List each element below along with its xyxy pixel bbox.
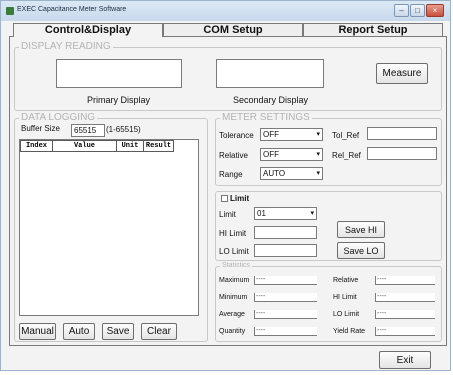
buffer-size-label: Buffer Size (21, 124, 60, 133)
stat-average-value: ---- (254, 310, 317, 319)
relative-select[interactable]: OFF ▾ (260, 148, 323, 161)
limit-label: Limit (219, 210, 236, 219)
save-lo-button[interactable]: Save LO (337, 242, 385, 259)
stat-quantity-value: ---- (254, 327, 317, 336)
tab-bar: Control&Display COM Setup Report Setup (9, 23, 447, 37)
clear-button[interactable]: Clear (141, 323, 177, 340)
meter-settings-legend: METER SETTINGS (220, 112, 312, 123)
statistics-legend: Statistics (220, 262, 253, 270)
window-title: EXEC Capacitance Meter Software (17, 6, 127, 13)
dropdown-arrow-icon: ▾ (316, 151, 320, 158)
save-hi-button[interactable]: Save HI (337, 221, 385, 238)
buffer-range-hint: (1-65515) (106, 125, 141, 134)
stat-maximum-value: ---- (254, 276, 317, 285)
stat-minimum-value: ---- (254, 293, 317, 302)
stat-relative-label: Relative (333, 277, 359, 284)
lo-limit-label: LO Limit (219, 247, 249, 256)
minimize-button[interactable]: – (394, 4, 409, 17)
tab-com-setup[interactable]: COM Setup (163, 23, 303, 37)
column-unit[interactable]: Unit (116, 140, 144, 152)
maximize-button[interactable]: □ (410, 4, 425, 17)
stat-lo-limit-value: ---- (375, 310, 435, 319)
rel-ref-label: Rel_Ref (332, 151, 361, 160)
display-reading-group: DISPLAY READING Primary Display Secondar… (14, 41, 442, 111)
limit-select[interactable]: 01 ▾ (254, 207, 317, 220)
primary-display-label: Primary Display (87, 95, 151, 105)
lo-limit-input[interactable] (254, 244, 317, 257)
log-table[interactable]: Index Value Unit Result (19, 139, 199, 316)
tol-ref-label: Tol_Ref (332, 131, 360, 140)
stat-maximum-label: Maximum (219, 277, 250, 284)
hi-limit-label: HI Limit (219, 229, 247, 238)
tolerance-label: Tolerance (219, 131, 254, 140)
stat-minimum-label: Minimum (219, 294, 248, 301)
log-table-header: Index Value Unit Result (20, 140, 174, 152)
column-result[interactable]: Result (143, 140, 174, 152)
stat-yield-rate-label: Yield Rate (333, 328, 366, 335)
secondary-display (216, 59, 324, 88)
window-controls: – □ × (394, 4, 444, 17)
column-value[interactable]: Value (52, 140, 117, 152)
range-select[interactable]: AUTO ▾ (260, 167, 323, 180)
relative-label: Relative (219, 151, 248, 160)
auto-button[interactable]: Auto (63, 323, 95, 340)
tolerance-value: OFF (263, 130, 279, 139)
buffer-size-input[interactable]: 65515 (71, 124, 105, 137)
tab-panel: DISPLAY READING Primary Display Secondar… (9, 36, 447, 346)
meter-settings-group: METER SETTINGS Tolerance OFF ▾ Tol_Ref Re… (215, 112, 442, 186)
display-reading-legend: DISPLAY READING (19, 41, 113, 52)
primary-display (56, 59, 182, 88)
statistics-group: Statistics Maximum ---- Minimum ---- Ave… (215, 262, 442, 342)
close-button[interactable]: × (426, 4, 444, 17)
hi-limit-input[interactable] (254, 226, 317, 239)
column-index[interactable]: Index (20, 140, 53, 152)
app-icon (6, 7, 14, 15)
limit-group: Limit Limit 01 ▾ HI Limit LO Limit Save H… (215, 191, 442, 261)
range-label: Range (219, 170, 243, 179)
data-logging-legend: DATA LOGGING (19, 112, 98, 123)
app-window: EXEC Capacitance Meter Software – □ × Co… (0, 0, 451, 371)
stat-lo-limit-label: LO Limit (333, 311, 360, 318)
buffer-size-value: 65515 (74, 126, 97, 135)
stat-quantity-label: Quantity (219, 328, 246, 335)
limit-value: 01 (257, 209, 266, 218)
limit-checkbox-label: Limit (230, 194, 250, 203)
limit-checkbox[interactable] (221, 195, 228, 202)
relative-value: OFF (263, 150, 279, 159)
measure-button[interactable]: Measure (376, 63, 428, 84)
title-bar: EXEC Capacitance Meter Software – □ × (1, 1, 450, 21)
stat-average-label: Average (219, 311, 245, 318)
dropdown-arrow-icon: ▾ (310, 210, 314, 217)
stat-yield-rate-value: ---- (375, 327, 435, 336)
exit-button[interactable]: Exit (379, 351, 431, 369)
secondary-display-label: Secondary Display (233, 95, 309, 105)
tab-control-display[interactable]: Control&Display (13, 23, 163, 37)
save-button[interactable]: Save (102, 323, 134, 340)
data-logging-group: DATA LOGGING Buffer Size 65515 (1-65515)… (14, 112, 208, 342)
manual-button[interactable]: Manual (19, 323, 56, 340)
stat-hi-limit-label: HI Limit (333, 294, 357, 301)
tolerance-select[interactable]: OFF ▾ (260, 128, 323, 141)
stat-hi-limit-value: ---- (375, 293, 435, 302)
rel-ref-input[interactable] (367, 147, 437, 160)
dropdown-arrow-icon: ▾ (316, 131, 320, 138)
stat-relative-value: ---- (375, 276, 435, 285)
tol-ref-input[interactable] (367, 127, 437, 140)
dropdown-arrow-icon: ▾ (316, 170, 320, 177)
tab-report-setup[interactable]: Report Setup (303, 23, 443, 37)
range-value: AUTO (263, 169, 286, 178)
